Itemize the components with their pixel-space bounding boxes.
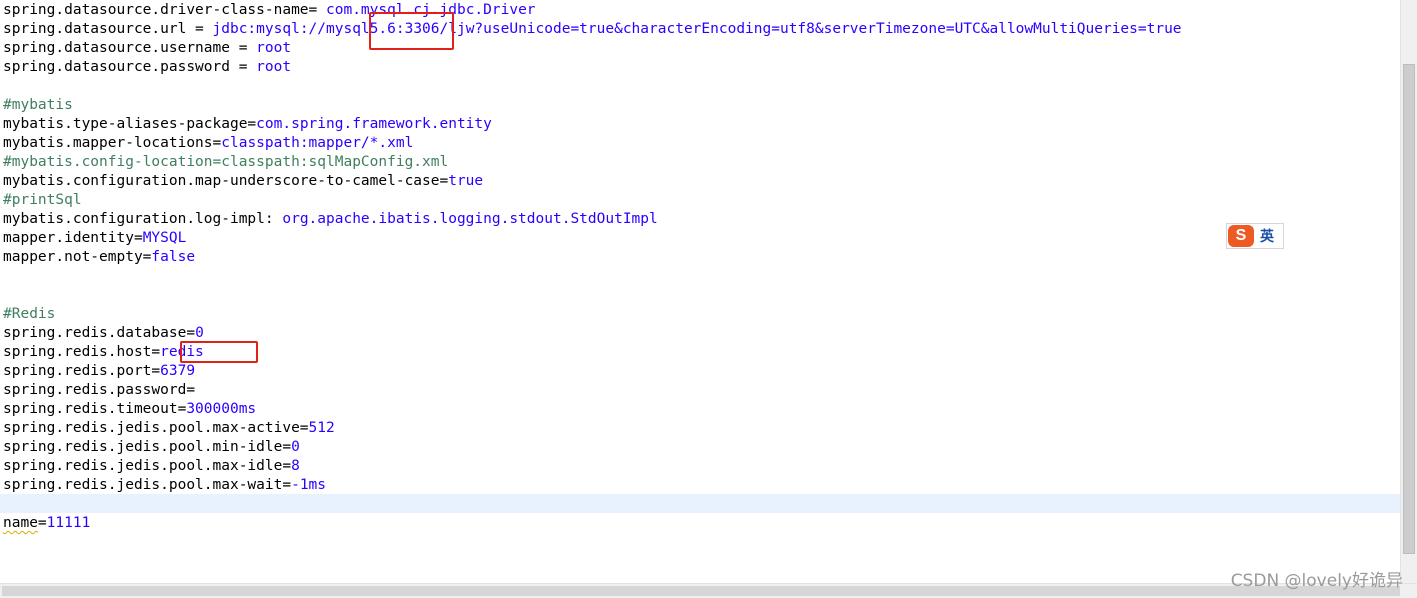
property-key: mapper.not-empty=	[3, 249, 152, 265]
property-key: mybatis.mapper-locations=	[3, 135, 222, 151]
property-key-warning: name	[3, 515, 38, 531]
line-redis-host[interactable]: spring.redis.host=redis	[3, 343, 204, 362]
comment-text: #mybatis	[3, 97, 73, 113]
line-redis-password[interactable]: spring.redis.password=	[3, 381, 195, 400]
line-comment-redis[interactable]: #Redis	[3, 305, 55, 324]
property-key: mybatis.type-aliases-package=	[3, 116, 257, 132]
property-value: 300000ms	[186, 401, 257, 417]
line-redis-max-active[interactable]: spring.redis.jedis.pool.max-active=512	[3, 419, 335, 438]
line-redis-max-idle[interactable]: spring.redis.jedis.pool.max-idle=8	[3, 457, 300, 476]
line-datasource-password[interactable]: spring.datasource.password = root	[3, 58, 291, 77]
comment-text: #Redis	[3, 306, 56, 322]
vertical-scrollbar-thumb[interactable]	[1403, 64, 1415, 554]
property-key: spring.redis.port=	[3, 363, 161, 379]
vertical-scrollbar[interactable]	[1400, 0, 1417, 583]
line-mapper-not-empty[interactable]: mapper.not-empty=false	[3, 248, 195, 267]
property-key: spring.redis.jedis.pool.max-wait=	[3, 477, 292, 493]
property-value: com.spring.framework.entity	[256, 116, 492, 132]
property-value: 0	[291, 439, 300, 455]
line-datasource-username[interactable]: spring.datasource.username = root	[3, 39, 291, 58]
line-redis-min-idle[interactable]: spring.redis.jedis.pool.min-idle=0	[3, 438, 300, 457]
property-value: 8	[291, 458, 300, 474]
property-value: MYSQL	[142, 230, 187, 246]
line-datasource-driver[interactable]: spring.datasource.driver-class-name= com…	[3, 1, 536, 20]
line-mybatis-camel-case[interactable]: mybatis.configuration.map-underscore-to-…	[3, 172, 483, 191]
property-key: spring.redis.timeout=	[3, 401, 187, 417]
property-value: root	[256, 59, 292, 75]
line-comment-printsql[interactable]: #printSql	[3, 191, 82, 210]
properties-editor[interactable]: spring.datasource.driver-class-name= com…	[0, 0, 1400, 583]
property-value: false	[151, 249, 196, 265]
property-value: root	[256, 40, 292, 56]
horizontal-scrollbar[interactable]	[0, 583, 1417, 598]
property-value: 6379	[160, 363, 196, 379]
property-key: mybatis.configuration.map-underscore-to-…	[3, 173, 449, 189]
line-comment-config-location[interactable]: #mybatis.config-location=classpath:sqlMa…	[3, 153, 448, 172]
property-value: true	[448, 173, 484, 189]
current-line-highlight	[0, 494, 1400, 513]
ime-status-toolbar[interactable]: S 英	[1226, 223, 1284, 249]
property-key: spring.redis.jedis.pool.max-idle=	[3, 458, 292, 474]
line-mybatis-mapper-locations[interactable]: mybatis.mapper-locations=classpath:mappe…	[3, 134, 413, 153]
line-redis-max-wait[interactable]: spring.redis.jedis.pool.max-wait=-1ms	[3, 476, 326, 495]
property-value-prefix: jdbc:mysql://	[212, 21, 327, 37]
property-key: spring.redis.password=	[3, 382, 196, 398]
property-value: classpath:mapper/*.xml	[221, 135, 414, 151]
property-value: 512	[308, 420, 335, 436]
property-value: org.apache.ibatis.logging.stdout.StdOutI…	[282, 211, 658, 227]
property-value-host: mysql5.6	[326, 21, 396, 37]
property-key: spring.datasource.username =	[3, 40, 257, 56]
property-value: -1ms	[291, 477, 327, 493]
property-key: spring.datasource.driver-class-name=	[3, 2, 327, 18]
equals-sign: =	[37, 515, 47, 531]
line-redis-timeout[interactable]: spring.redis.timeout=300000ms	[3, 400, 256, 419]
horizontal-scrollbar-thumb[interactable]	[2, 586, 1400, 596]
property-value: 0	[195, 325, 204, 341]
sogou-ime-icon[interactable]: S	[1228, 225, 1254, 247]
property-value: redis	[160, 344, 204, 360]
property-key: spring.redis.database=	[3, 325, 196, 341]
property-key: spring.redis.jedis.pool.min-idle=	[3, 439, 292, 455]
property-key: spring.redis.host=	[3, 344, 161, 360]
line-redis-database[interactable]: spring.redis.database=0	[3, 324, 204, 343]
ime-mode-label[interactable]: 英	[1260, 226, 1274, 246]
property-key: mapper.identity=	[3, 230, 143, 246]
comment-text: #mybatis.config-location=classpath:sqlMa…	[3, 154, 449, 170]
line-name[interactable]: name=11111	[3, 514, 90, 533]
line-datasource-url[interactable]: spring.datasource.url = jdbc:mysql://mys…	[3, 20, 1182, 39]
property-key: mybatis.configuration.log-impl:	[3, 211, 283, 227]
line-mybatis-aliases[interactable]: mybatis.type-aliases-package=com.spring.…	[3, 115, 492, 134]
property-value-suffix: :3306/ljw?useUnicode=true&characterEncod…	[395, 21, 1182, 37]
property-value: 11111	[46, 515, 91, 531]
property-value: com.mysql.cj.jdbc.Driver	[326, 2, 536, 18]
line-mapper-identity[interactable]: mapper.identity=MYSQL	[3, 229, 186, 248]
watermark: CSDN @lovely好诡异	[1230, 571, 1403, 591]
line-comment-mybatis[interactable]: #mybatis	[3, 96, 73, 115]
property-key: spring.redis.jedis.pool.max-active=	[3, 420, 309, 436]
line-mybatis-log-impl[interactable]: mybatis.configuration.log-impl: org.apac…	[3, 210, 658, 229]
property-key: spring.datasource.url =	[3, 21, 213, 37]
property-key: spring.datasource.password =	[3, 59, 257, 75]
line-redis-port[interactable]: spring.redis.port=6379	[3, 362, 195, 381]
comment-text: #printSql	[3, 192, 82, 208]
